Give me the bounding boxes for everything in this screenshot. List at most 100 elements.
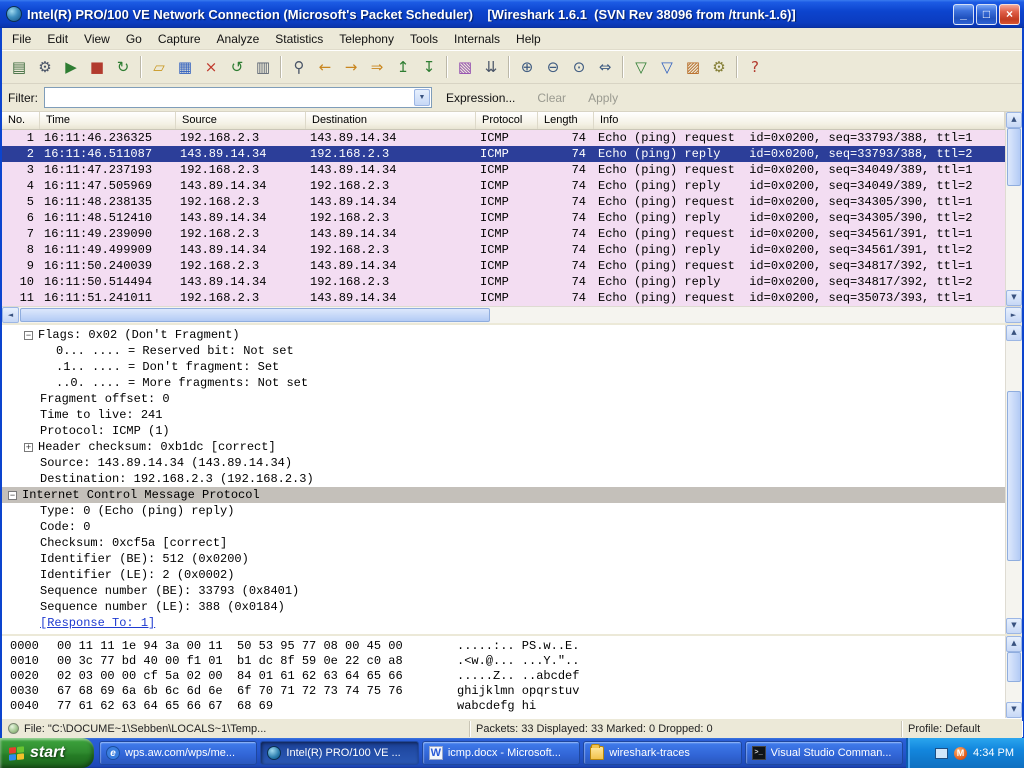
detail-line[interactable]: Sequence number (BE): 33793 (0x8401) — [2, 583, 1005, 599]
resize-columns-icon[interactable]: ⇔ — [592, 54, 618, 80]
taskbar-item-folder[interactable]: wireshark-traces — [583, 741, 742, 765]
go-first-icon[interactable]: ↥ — [390, 54, 416, 80]
find-packet-icon[interactable]: ⚲ — [286, 54, 312, 80]
packet-row-1[interactable]: 1 16:11:46.236325 192.168.2.3 143.89.14.34 I… — [2, 130, 1005, 146]
messenger-tray-icon[interactable]: M — [954, 746, 968, 760]
save-capture-icon[interactable]: ▦ — [172, 54, 198, 80]
start-capture-icon[interactable]: ▶ — [58, 54, 84, 80]
column-header-dst[interactable]: Destination — [306, 112, 476, 129]
packet-list-hscrollbar[interactable]: ◄ ► — [2, 306, 1022, 323]
menu-tools[interactable]: Tools — [402, 29, 446, 49]
colorize-list-icon[interactable]: ▧ — [452, 54, 478, 80]
hex-row[interactable]: 0020 02 03 00 00 cf 5a 02 00 84 01 61 62 … — [10, 669, 1005, 684]
scrollbar-thumb[interactable] — [1007, 128, 1021, 186]
detail-line[interactable]: Fragment offset: 0 — [2, 391, 1005, 407]
scrollbar-track[interactable] — [1006, 652, 1022, 702]
detail-line[interactable]: − Flags: 0x02 (Don't Fragment) — [2, 327, 1005, 343]
scroll-down-icon[interactable]: ▼ — [1006, 618, 1022, 634]
go-back-icon[interactable]: ← — [312, 54, 338, 80]
list-interfaces-icon[interactable]: ▤ — [6, 54, 32, 80]
scroll-down-icon[interactable]: ▼ — [1006, 290, 1022, 306]
detail-line[interactable]: − Internet Control Message Protocol — [2, 487, 1005, 503]
maximize-button[interactable]: □ — [976, 3, 997, 25]
expert-info-icon[interactable] — [8, 723, 19, 734]
detail-line[interactable]: Time to live: 241 — [2, 407, 1005, 423]
help-icon[interactable]: ? — [742, 54, 768, 80]
scroll-up-icon[interactable]: ▲ — [1006, 636, 1022, 652]
titlebar[interactable]: Intel(R) PRO/100 VE Network Connection (… — [0, 0, 1024, 28]
packet-list-vscrollbar[interactable]: ▲ ▼ — [1005, 112, 1022, 306]
auto-scroll-icon[interactable]: ⇊ — [478, 54, 504, 80]
menu-capture[interactable]: Capture — [150, 29, 209, 49]
packet-row-11[interactable]: 11 16:11:51.241011 192.168.2.3 143.89.14.34… — [2, 290, 1005, 306]
detail-line[interactable]: [Response To: 1] — [2, 615, 1005, 631]
detail-line[interactable]: + Header checksum: 0xb1dc [correct] — [2, 439, 1005, 455]
menu-edit[interactable]: Edit — [39, 29, 76, 49]
taskbar-item-wireshark[interactable]: Intel(R) PRO/100 VE ... — [260, 741, 419, 765]
detail-line[interactable]: Code: 0 — [2, 519, 1005, 535]
filter-dropdown-arrow-icon[interactable]: ▼ — [414, 89, 430, 106]
packet-row-9[interactable]: 9 16:11:50.240039 192.168.2.3 143.89.14.34 I… — [2, 258, 1005, 274]
coloring-rules-icon[interactable]: ▨ — [680, 54, 706, 80]
scrollbar-track[interactable] — [1006, 341, 1022, 618]
zoom-100-icon[interactable]: ⊙ — [566, 54, 592, 80]
detail-line[interactable]: Identifier (BE): 512 (0x0200) — [2, 551, 1005, 567]
packet-row-10[interactable]: 10 16:11:50.514494 143.89.14.34 192.168.2.3… — [2, 274, 1005, 290]
scroll-right-icon[interactable]: ► — [1005, 307, 1022, 323]
print-icon[interactable]: ▥ — [250, 54, 276, 80]
preferences-icon[interactable]: ⚙ — [706, 54, 732, 80]
packet-row-8[interactable]: 8 16:11:49.499909 143.89.14.34 192.168.2.3 I… — [2, 242, 1005, 258]
network-tray-icon[interactable] — [935, 747, 949, 759]
menu-help[interactable]: Help — [508, 29, 549, 49]
column-header-no[interactable]: No. — [2, 112, 40, 129]
detail-line[interactable]: Destination: 192.168.2.3 (192.168.2.3) — [2, 471, 1005, 487]
detail-line[interactable]: Type: 0 (Echo (ping) reply) — [2, 503, 1005, 519]
scrollbar-thumb[interactable] — [20, 308, 490, 322]
column-header-info[interactable]: Info — [594, 112, 1005, 129]
packet-row-4[interactable]: 4 16:11:47.505969 143.89.14.34 192.168.2.3 I… — [2, 178, 1005, 194]
scroll-left-icon[interactable]: ◄ — [2, 307, 19, 323]
reload-icon[interactable]: ↺ — [224, 54, 250, 80]
detail-line[interactable]: Protocol: ICMP (1) — [2, 423, 1005, 439]
status-profile-text[interactable]: Profile: Default — [908, 723, 980, 735]
scroll-up-icon[interactable]: ▲ — [1006, 325, 1022, 341]
scroll-down-icon[interactable]: ▼ — [1006, 702, 1022, 718]
scrollbar-track[interactable] — [1006, 128, 1022, 290]
stop-capture-icon[interactable]: ■ — [84, 54, 110, 80]
details-vscrollbar[interactable]: ▲ ▼ — [1005, 325, 1022, 634]
scrollbar-thumb[interactable] — [1007, 391, 1021, 561]
menu-go[interactable]: Go — [118, 29, 150, 49]
hex-vscrollbar[interactable]: ▲ ▼ — [1005, 636, 1022, 718]
menu-telephony[interactable]: Telephony — [331, 29, 402, 49]
clear-button[interactable]: Clear — [529, 88, 574, 108]
close-capture-icon[interactable]: × — [198, 54, 224, 80]
hex-row[interactable]: 0030 67 68 69 6a 6b 6c 6d 6e 6f 70 71 72 … — [10, 684, 1005, 699]
detail-line[interactable]: .1.. .... = Don't fragment: Set — [2, 359, 1005, 375]
go-forward-icon[interactable]: → — [338, 54, 364, 80]
detail-line[interactable]: 0... .... = Reserved bit: Not set — [2, 343, 1005, 359]
detail-line[interactable]: Source: 143.89.14.34 (143.89.14.34) — [2, 455, 1005, 471]
start-button[interactable]: start — [0, 738, 94, 768]
detail-line[interactable]: Checksum: 0xcf5a [correct] — [2, 535, 1005, 551]
capture-options-icon[interactable]: ⚙ — [32, 54, 58, 80]
go-last-icon[interactable]: ↧ — [416, 54, 442, 80]
packet-row-7[interactable]: 7 16:11:49.239090 192.168.2.3 143.89.14.34 I… — [2, 226, 1005, 242]
taskbar-item-word[interactable]: Wicmp.docx - Microsoft... — [421, 741, 581, 765]
expression-button[interactable]: Expression... — [438, 88, 523, 108]
zoom-out-icon[interactable]: ⊖ — [540, 54, 566, 80]
minimize-button[interactable]: _ — [953, 3, 974, 25]
apply-button[interactable]: Apply — [580, 88, 626, 108]
column-header-time[interactable]: Time — [40, 112, 176, 129]
taskbar-item-ie[interactable]: e wps.aw.com/wps/me... — [99, 741, 258, 765]
column-header-proto[interactable]: Protocol — [476, 112, 538, 129]
close-button[interactable]: × — [999, 3, 1020, 25]
menu-statistics[interactable]: Statistics — [267, 29, 331, 49]
collapse-icon[interactable]: − — [8, 490, 17, 500]
zoom-in-icon[interactable]: ⊕ — [514, 54, 540, 80]
detail-line[interactable]: ..0. .... = More fragments: Not set — [2, 375, 1005, 391]
packet-row-2[interactable]: 2 16:11:46.511087 143.89.14.34 192.168.2.3 I… — [2, 146, 1005, 162]
column-header-len[interactable]: Length — [538, 112, 594, 129]
column-header-src[interactable]: Source — [176, 112, 306, 129]
detail-line[interactable]: Identifier (LE): 2 (0x0002) — [2, 567, 1005, 583]
capture-filters-icon[interactable]: ▽ — [628, 54, 654, 80]
